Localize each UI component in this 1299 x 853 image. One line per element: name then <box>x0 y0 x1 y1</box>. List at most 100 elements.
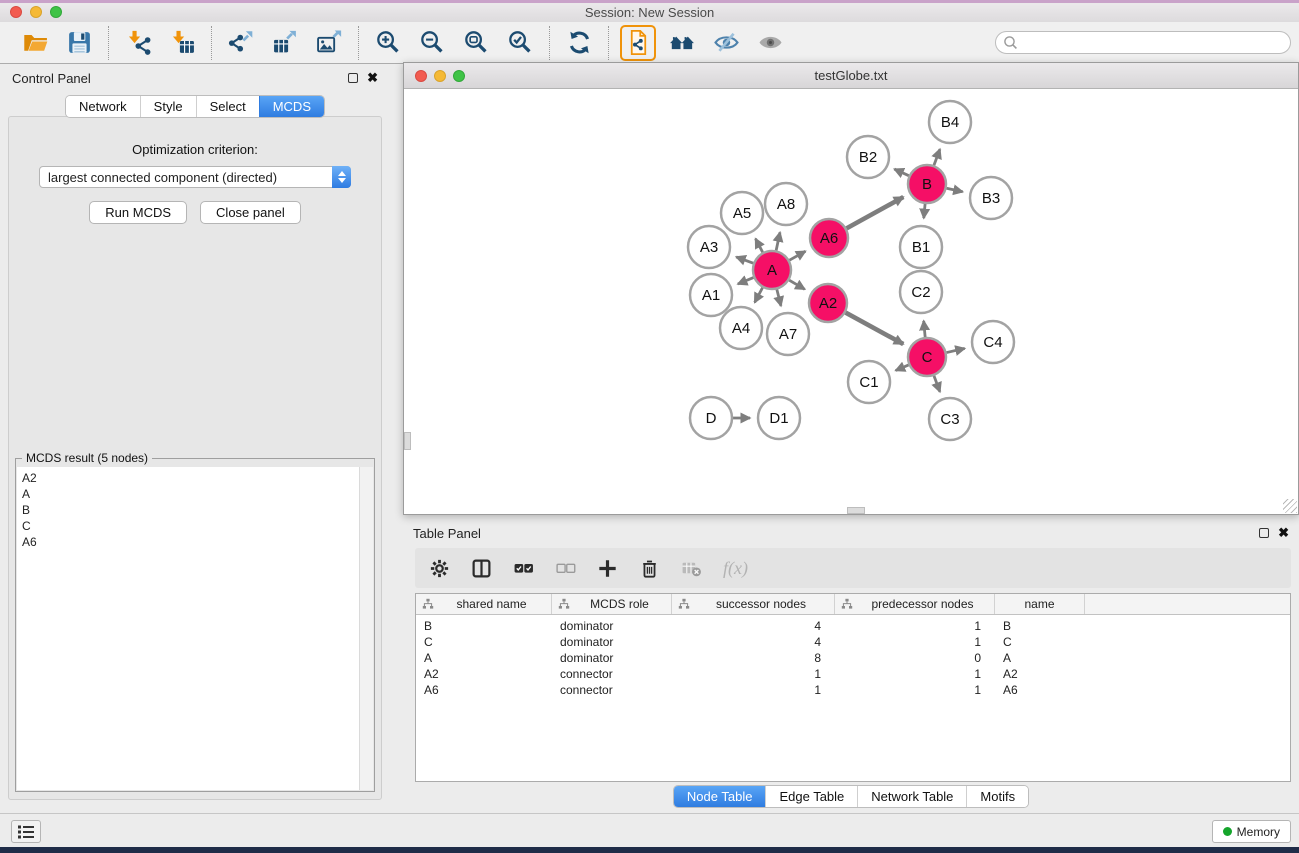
node-B1[interactable]: B1 <box>900 226 942 268</box>
edge-C-C4[interactable] <box>947 348 965 352</box>
tab-mcds[interactable]: MCDS <box>259 96 324 117</box>
node-A1[interactable]: A1 <box>690 274 732 316</box>
network-window-titlebar[interactable]: testGlobe.txt <box>404 63 1298 89</box>
node-B[interactable]: B <box>908 165 946 203</box>
run-mcds-button[interactable]: Run MCDS <box>89 201 187 224</box>
export-image-button[interactable] <box>311 25 347 61</box>
column-header-predecessor-nodes[interactable]: predecessor nodes <box>835 594 995 614</box>
edge-C-C3[interactable] <box>934 376 940 392</box>
node-C1[interactable]: C1 <box>848 361 890 403</box>
column-header-name[interactable]: name <box>995 594 1085 614</box>
search-box[interactable] <box>995 31 1291 54</box>
node-A5[interactable]: A5 <box>721 192 763 234</box>
zoom-in-button[interactable] <box>370 25 406 61</box>
column-header-shared-name[interactable]: shared name <box>416 594 552 614</box>
table-row[interactable]: Cdominator41C <box>416 634 1290 650</box>
result-scrollbar[interactable] <box>359 467 373 790</box>
node-C4[interactable]: C4 <box>972 321 1014 363</box>
result-item[interactable]: A6 <box>22 534 354 550</box>
node-B2[interactable]: B2 <box>847 136 889 178</box>
network-close-button[interactable] <box>415 70 427 82</box>
table-row[interactable]: A2connector11A2 <box>416 666 1290 682</box>
add-column-button[interactable] <box>597 558 618 579</box>
edge-B-B4[interactable] <box>934 149 940 165</box>
table-settings-button[interactable] <box>429 558 450 579</box>
edge-A-A6[interactable] <box>789 251 805 260</box>
table-close-panel-icon[interactable]: ✖ <box>1278 528 1289 538</box>
network-zoom-button[interactable] <box>453 70 465 82</box>
network-minimize-button[interactable] <box>434 70 446 82</box>
node-A7[interactable]: A7 <box>767 313 809 355</box>
tab-network[interactable]: Network <box>66 96 140 117</box>
edge-A-A7[interactable] <box>777 289 781 305</box>
network-canvas[interactable]: A A1 A2 A3 A4 A5 A6 A7 A8 B B1 B2 B3 B4 C C1 C2 C3C4 D D1 <box>404 89 1298 514</box>
result-item[interactable]: B <box>22 502 354 518</box>
tab-motifs[interactable]: Motifs <box>966 786 1028 807</box>
export-table-button[interactable] <box>267 25 303 61</box>
network-from-selection-button[interactable] <box>620 25 656 61</box>
node-A[interactable]: A <box>753 251 791 289</box>
edge-C-C1[interactable] <box>896 365 909 371</box>
tab-edge-table[interactable]: Edge Table <box>765 786 857 807</box>
edge-A6-B[interactable] <box>847 197 904 228</box>
node-B4[interactable]: B4 <box>929 101 971 143</box>
edge-A-A1[interactable] <box>738 278 754 284</box>
node-D1[interactable]: D1 <box>758 397 800 439</box>
refresh-layout-button[interactable] <box>561 25 597 61</box>
resize-grip[interactable] <box>1283 499 1297 513</box>
close-panel-icon[interactable]: ✖ <box>367 73 378 83</box>
edge-B-B2[interactable] <box>894 169 908 176</box>
bottom-splitter-handle[interactable] <box>847 507 865 514</box>
close-window-button[interactable] <box>10 6 22 18</box>
home-button[interactable] <box>664 25 700 61</box>
tab-network-table[interactable]: Network Table <box>857 786 966 807</box>
result-item[interactable]: A2 <box>22 470 354 486</box>
result-item[interactable]: C <box>22 518 354 534</box>
import-network-button[interactable] <box>120 25 156 61</box>
node-A6[interactable]: A6 <box>810 219 848 257</box>
import-table-button[interactable] <box>164 25 200 61</box>
edge-A-A4[interactable] <box>755 288 763 303</box>
node-A2[interactable]: A2 <box>809 284 847 322</box>
network-graph[interactable]: A A1 A2 A3 A4 A5 A6 A7 A8 B B1 B2 B3 B4 C C1 C2 C3C4 D D1 <box>404 89 1298 514</box>
task-history-button[interactable] <box>11 820 41 843</box>
edge-A-A2[interactable] <box>789 280 805 289</box>
edge-A2-C[interactable] <box>846 313 904 344</box>
table-float-panel-icon[interactable] <box>1259 528 1269 538</box>
edge-A-A3[interactable] <box>736 257 753 263</box>
minimize-window-button[interactable] <box>30 6 42 18</box>
select-all-rows-button[interactable] <box>513 558 534 579</box>
column-header-MCDS-role[interactable]: MCDS role <box>552 594 672 614</box>
node-A3[interactable]: A3 <box>688 226 730 268</box>
float-panel-icon[interactable] <box>348 73 358 83</box>
zoom-fit-button[interactable] <box>458 25 494 61</box>
edge-B-B3[interactable] <box>947 188 963 192</box>
edge-A-A5[interactable] <box>756 239 763 253</box>
node-A8[interactable]: A8 <box>765 183 807 225</box>
tab-style[interactable]: Style <box>140 96 196 117</box>
node-C3[interactable]: C3 <box>929 398 971 440</box>
tab-node-table[interactable]: Node Table <box>674 786 766 807</box>
save-session-button[interactable] <box>61 25 97 61</box>
node-C2[interactable]: C2 <box>900 271 942 313</box>
search-input[interactable] <box>1022 36 1283 50</box>
result-item[interactable]: A <box>22 486 354 502</box>
table-row[interactable]: Bdominator41B <box>416 618 1290 634</box>
zoom-selected-button[interactable] <box>502 25 538 61</box>
show-panels-button[interactable] <box>752 25 788 61</box>
node-C[interactable]: C <box>908 338 946 376</box>
left-splitter-handle[interactable] <box>404 432 411 450</box>
node-B3[interactable]: B3 <box>970 177 1012 219</box>
close-panel-button[interactable]: Close panel <box>200 201 301 224</box>
open-file-button[interactable] <box>17 25 53 61</box>
export-network-button[interactable] <box>223 25 259 61</box>
deselect-all-rows-button[interactable] <box>555 558 576 579</box>
edge-C-C2[interactable] <box>924 321 925 337</box>
node-A4[interactable]: A4 <box>720 307 762 349</box>
zoom-out-button[interactable] <box>414 25 450 61</box>
table-row[interactable]: A6connector11A6 <box>416 682 1290 698</box>
zoom-window-button[interactable] <box>50 6 62 18</box>
node-D[interactable]: D <box>690 397 732 439</box>
table-row[interactable]: Adominator80A <box>416 650 1290 666</box>
edge-B-B1[interactable] <box>924 204 925 218</box>
